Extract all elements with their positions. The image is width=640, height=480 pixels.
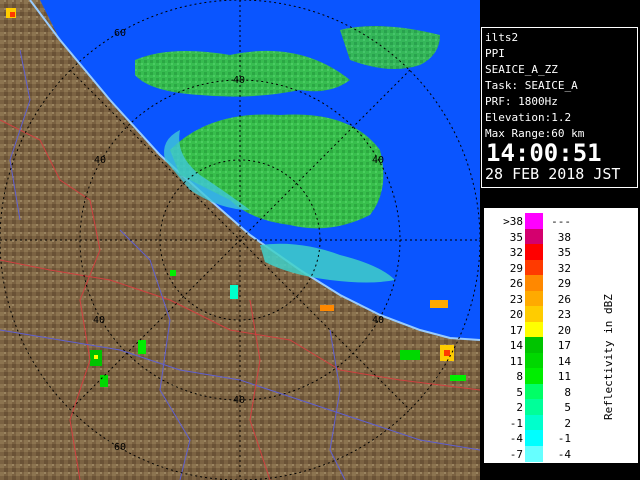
range-label-40-nw: 40 bbox=[94, 155, 106, 166]
legend-high-value: 11 bbox=[557, 370, 571, 383]
legend-high-value: 20 bbox=[557, 323, 571, 337]
legend-high-value: 17 bbox=[557, 339, 571, 352]
legend-low-value: 32 bbox=[509, 246, 523, 259]
legend-high-value: 29 bbox=[557, 277, 571, 290]
radar-ppi-map: 60 40 40 40 40 40 60 40 bbox=[0, 0, 480, 480]
range-label-40-n: 40 bbox=[233, 75, 245, 86]
range-label-60-nw: 60 bbox=[114, 28, 126, 39]
range-label-40-e: 40 bbox=[372, 155, 384, 166]
range-label-40-se: 40 bbox=[372, 315, 384, 326]
legend-low-value: 29 bbox=[509, 261, 523, 275]
task-name: Task: SEAICE_A bbox=[485, 79, 578, 92]
range-label-40-w: 40 bbox=[93, 315, 105, 326]
station-name: ilts2 bbox=[485, 31, 519, 44]
legend-color-swatch bbox=[525, 383, 543, 400]
legend-color-swatch bbox=[525, 306, 543, 322]
legend-high-value: 38 bbox=[557, 230, 571, 244]
legend-high-value: 35 bbox=[557, 246, 571, 259]
legend-color-swatch bbox=[525, 368, 543, 384]
legend-color-swatch bbox=[525, 244, 543, 260]
legend-high-value: 32 bbox=[557, 261, 571, 275]
legend-low-value: 35 bbox=[509, 230, 523, 244]
legend-low-value: 26 bbox=[509, 277, 523, 290]
legend-low-value: 5 bbox=[516, 385, 523, 399]
legend-high-value: 5 bbox=[564, 401, 571, 414]
legend-color-swatch bbox=[525, 290, 543, 307]
elevation-value: Elevation:1.2 bbox=[485, 111, 572, 124]
legend-low-value: -1 bbox=[509, 416, 523, 430]
legend-high-value: 8 bbox=[564, 385, 571, 399]
legend-color-swatch bbox=[525, 399, 543, 415]
scan-time: 14:00:51 bbox=[486, 139, 602, 167]
legend-unit-label: Reflectivity in dBZ bbox=[602, 294, 615, 420]
legend-color-swatch bbox=[525, 228, 543, 245]
legend-low-value: 20 bbox=[509, 308, 523, 321]
legend-color-swatch bbox=[525, 213, 543, 229]
legend-low-value: 17 bbox=[509, 323, 523, 337]
legend-low-value: 14 bbox=[509, 339, 523, 352]
legend-color-swatch bbox=[525, 321, 543, 338]
legend-low-value: 2 bbox=[516, 401, 523, 414]
legend-high-value: 23 bbox=[557, 308, 571, 321]
range-label-60-sw: 60 bbox=[114, 442, 126, 453]
legend-high-value: -1 bbox=[557, 432, 571, 445]
legend-low-value: 8 bbox=[516, 370, 523, 383]
legend-low-value: >38 bbox=[503, 215, 523, 228]
legend-low-value: -4 bbox=[509, 432, 523, 445]
legend-high-value: 2 bbox=[564, 416, 571, 430]
legend-high-value: 14 bbox=[557, 354, 571, 368]
legend-row: -7 -4 bbox=[485, 445, 637, 465]
legend-color-swatch bbox=[525, 259, 543, 276]
product-name: SEAICE_A_ZZ bbox=[485, 63, 558, 76]
legend-low-value: -7 bbox=[509, 447, 523, 461]
legend-color-swatch bbox=[525, 275, 543, 291]
legend-low-value: 23 bbox=[509, 292, 523, 306]
legend-unit-text: Reflectivity in dBZ bbox=[602, 294, 615, 420]
legend-high-value: 26 bbox=[557, 292, 571, 306]
prf-value: PRF: 1800Hz bbox=[485, 95, 558, 108]
legend-color-swatch bbox=[525, 430, 543, 446]
scan-mode: PPI bbox=[485, 47, 505, 60]
legend-color-swatch bbox=[525, 445, 543, 462]
legend-high-value: -4 bbox=[557, 447, 571, 461]
legend-color-swatch bbox=[525, 337, 543, 353]
radar-info-panel: ilts2 PPI SEAICE_A_ZZ Task: SEAICE_A PRF… bbox=[481, 27, 638, 188]
legend-color-swatch bbox=[525, 352, 543, 369]
legend-low-value: 11 bbox=[509, 354, 523, 368]
scan-date: 28 FEB 2018 JST bbox=[485, 165, 621, 183]
legend-high-value: --- bbox=[551, 215, 571, 228]
range-label-40-s: 40 bbox=[233, 395, 245, 406]
legend-color-swatch bbox=[525, 414, 543, 431]
